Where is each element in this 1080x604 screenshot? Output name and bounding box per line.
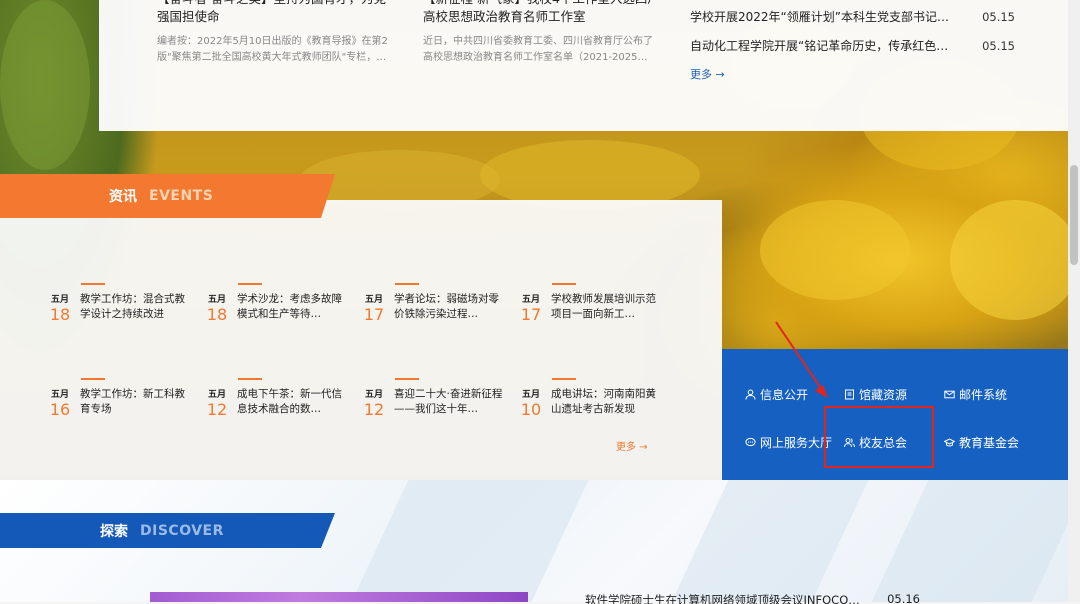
event-day: 17 bbox=[363, 305, 385, 324]
event-month: 五月 bbox=[521, 295, 540, 305]
event-day: 18 bbox=[206, 305, 228, 324]
news-item[interactable]: 【奋斗者 奋斗之美】坚持为国育才，为党育人加快建设 强国担使命 编者按：2022… bbox=[157, 0, 389, 66]
event-dash bbox=[238, 378, 262, 380]
event-dash bbox=[395, 283, 419, 285]
event-title[interactable]: 学术沙龙：考虑多故障模式和生产等待… bbox=[237, 292, 349, 322]
event-title[interactable]: 教学工作坊：混合式教学设计之持续改进 bbox=[80, 292, 192, 322]
quick-link-mail[interactable]: 邮件系统 bbox=[944, 386, 1007, 403]
events-banner-en: EVENTS bbox=[149, 188, 214, 204]
event-month: 五月 bbox=[521, 390, 540, 400]
discover-item-date: 05.16 bbox=[887, 592, 920, 604]
list-item-date: 05.15 bbox=[982, 39, 1015, 53]
mail-icon bbox=[944, 389, 955, 400]
news-title-cut[interactable]: 【奋斗者 奋斗之美】坚持为国育才，为党育人加快建设 bbox=[157, 0, 387, 8]
event-title[interactable]: 学者论坛：弱磁场对零价铁除污染过程… bbox=[394, 292, 506, 322]
events-more-link[interactable]: 更多 → bbox=[616, 438, 648, 453]
event-title[interactable]: 教学工作坊：新工科教育专场 bbox=[80, 387, 192, 417]
event-month: 五月 bbox=[364, 295, 383, 305]
list-item[interactable]: 学校开展2022年“领雁计划”本科生党支部书记及党… 05.15 bbox=[690, 8, 1015, 37]
event-day: 10 bbox=[520, 400, 542, 419]
events-panel bbox=[0, 200, 722, 480]
event-day: 18 bbox=[49, 305, 71, 324]
discover-banner-cn: 探索 bbox=[100, 523, 128, 540]
news-item[interactable]: 【新征程 新气象】我校4个工作室入选四川省 高校思想政治教育名师工作室 近日，中… bbox=[423, 0, 657, 66]
event-dash bbox=[552, 378, 576, 380]
scrollbar-thumb[interactable] bbox=[1070, 165, 1078, 265]
discover-feature-image[interactable] bbox=[150, 592, 528, 602]
quick-link-online-service[interactable]: 网上服务大厅 bbox=[745, 434, 832, 451]
discover-section-banner: 探索 DISCOVER bbox=[0, 513, 335, 548]
news-more-link[interactable]: 更多 → bbox=[690, 66, 725, 82]
events-section-banner: 资讯 EVENTS bbox=[0, 174, 335, 218]
event-month: 五月 bbox=[50, 295, 69, 305]
event-title[interactable]: 成电下午茶：新一代信息技术融合的数… bbox=[237, 387, 349, 417]
event-month: 五月 bbox=[364, 390, 383, 400]
event-month: 五月 bbox=[207, 295, 226, 305]
quick-link-education-foundation[interactable]: 教育基金会 bbox=[944, 434, 1019, 451]
event-title[interactable]: 成电讲坛：河南南阳黄山遗址考古新发现 bbox=[551, 387, 663, 417]
event-day: 17 bbox=[520, 305, 542, 324]
quick-link-library[interactable]: 馆藏资源 bbox=[844, 386, 907, 403]
list-item-title[interactable]: 学校开展2022年“领雁计划”本科生党支部书记及党… bbox=[690, 8, 960, 37]
news-list: 学校开展2022年“领雁计划”本科生党支部书记及党… 05.15 自动化工程学院… bbox=[690, 8, 1015, 66]
annotation-highlight-box bbox=[824, 406, 934, 468]
event-title[interactable]: 喜迎二十大·奋进新征程——我们这十年… bbox=[394, 387, 506, 417]
event-month: 五月 bbox=[50, 390, 69, 400]
event-title[interactable]: 学校教师发展培训示范项目一面向新工… bbox=[551, 292, 663, 322]
event-dash bbox=[81, 283, 105, 285]
event-day: 16 bbox=[49, 400, 71, 419]
event-dash bbox=[238, 283, 262, 285]
event-dash bbox=[81, 378, 105, 380]
graduation-cap-icon bbox=[944, 437, 955, 448]
event-day: 12 bbox=[363, 400, 385, 419]
chat-icon bbox=[745, 437, 756, 448]
event-day: 12 bbox=[206, 400, 228, 419]
page-scrollbar[interactable] bbox=[1068, 0, 1080, 602]
quick-link-label: 网上服务大厅 bbox=[760, 436, 833, 450]
discover-item-title[interactable]: 软件学院硕士生在计算机网络领域顶级会议INFOCO… bbox=[585, 592, 860, 604]
list-item-date: 05.15 bbox=[982, 10, 1015, 24]
discover-banner-en: DISCOVER bbox=[140, 522, 224, 539]
quick-link-label: 邮件系统 bbox=[959, 388, 1008, 402]
event-dash bbox=[552, 283, 576, 285]
quick-link-label: 信息公开 bbox=[760, 388, 809, 402]
book-icon bbox=[844, 389, 855, 400]
quick-link-info-disclosure[interactable]: 信息公开 bbox=[745, 386, 808, 403]
list-item[interactable]: 自动化工程学院开展“铭记革命历史，传承红色基因… 05.15 bbox=[690, 37, 1015, 66]
quick-link-label: 教育基金会 bbox=[959, 436, 1020, 450]
news-title[interactable]: 强国担使命 bbox=[157, 8, 389, 26]
discover-list-item[interactable]: 软件学院硕士生在计算机网络领域顶级会议INFOCO… 05.16 bbox=[585, 592, 920, 604]
news-title-cut[interactable]: 【新征程 新气象】我校4个工作室入选四川省 bbox=[423, 0, 653, 8]
quick-link-label: 馆藏资源 bbox=[859, 388, 908, 402]
user-icon bbox=[745, 389, 756, 400]
event-dash bbox=[395, 378, 419, 380]
news-desc: 近日，中共四川省委教育工委、四川省教育厅公布了高校思想政治教育名师工作室名单（2… bbox=[423, 36, 653, 63]
event-month: 五月 bbox=[207, 390, 226, 400]
list-item-title[interactable]: 自动化工程学院开展“铭记革命历史，传承红色基因… bbox=[690, 37, 960, 66]
news-desc: 编者按：2022年5月10日出版的《教育导报》在第2版"聚焦第二批全国高校黄大年… bbox=[157, 36, 388, 63]
events-banner-cn: 资讯 bbox=[109, 189, 137, 205]
news-title[interactable]: 高校思想政治教育名师工作室 bbox=[423, 8, 657, 26]
